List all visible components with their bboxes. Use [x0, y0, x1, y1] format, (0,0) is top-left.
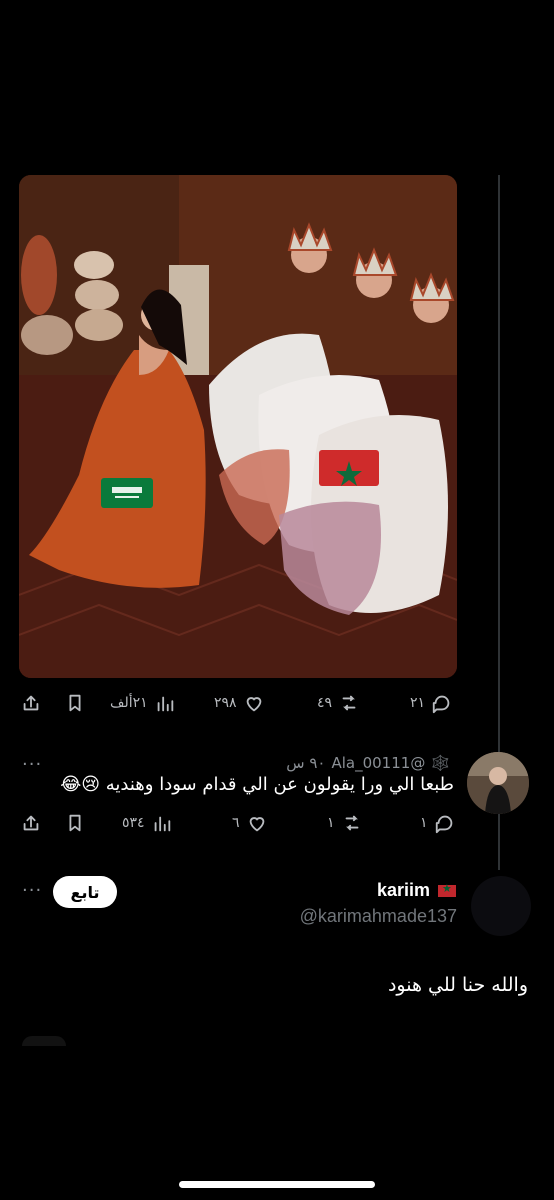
- reply-bookmark-action[interactable]: [64, 812, 86, 834]
- reply-text-content: طبعا الي ورا يقولون عن الي قدام سودا وهن…: [105, 774, 454, 795]
- bookmark-icon: [69, 694, 81, 712]
- reply-like-count: ٦: [232, 815, 240, 831]
- views-action[interactable]: ٢١ألف: [110, 692, 176, 714]
- tweet-media-image[interactable]: [19, 175, 457, 678]
- reply-share-action[interactable]: [20, 812, 42, 834]
- views-icon: [154, 816, 170, 832]
- home-indicator[interactable]: [179, 1181, 375, 1188]
- views-count: ٢١ألف: [110, 695, 148, 711]
- reply-time: ٩٠ س: [286, 754, 326, 772]
- views-icon: [157, 696, 173, 712]
- heart-icon: [246, 697, 261, 712]
- reply-more-button[interactable]: ···: [22, 754, 42, 775]
- reply-meta: 🕸️ @Ala_00111 ٩٠ س: [286, 754, 450, 772]
- reply-count: ٢١: [410, 695, 426, 711]
- reply-emojis: 😢😂: [60, 774, 101, 795]
- retweet-action[interactable]: ٤٩: [317, 692, 360, 714]
- tweet-action-bar: ٢١ ٤٩ ٢٩٨ ٢١ألف: [0, 692, 554, 722]
- like-action[interactable]: ٢٩٨: [214, 692, 265, 714]
- reply-icon: [432, 695, 450, 714]
- bookmark-action[interactable]: [64, 692, 86, 714]
- reply-icon: [435, 815, 452, 834]
- share-icon: [23, 695, 39, 711]
- media-illustration: [19, 175, 457, 678]
- avatar-photo: [467, 752, 529, 814]
- heart-icon: [249, 817, 264, 832]
- reply-reply-count: ١: [420, 815, 428, 831]
- morocco-flag-icon: [438, 882, 456, 897]
- reply-text: طبعا الي ورا يقولون عن الي قدام سودا وهن…: [60, 774, 454, 795]
- next-post-display-name[interactable]: kariim: [377, 880, 430, 901]
- next-post-more-button[interactable]: ···: [22, 880, 42, 901]
- reply-reply-action[interactable]: ١: [420, 812, 456, 834]
- reply-handle[interactable]: @Ala_00111: [331, 754, 425, 772]
- reply-action-bar: ١ ١ ٦ ٥٣٤: [0, 812, 554, 842]
- retweet-icon: [345, 815, 358, 831]
- retweet-icon: [342, 695, 356, 711]
- retweet-count: ٤٩: [317, 695, 333, 711]
- next-post-handle[interactable]: @karimahmade137: [300, 906, 457, 927]
- globe-icon: 🕸️: [431, 754, 450, 772]
- reply-views-count: ٥٣٤: [122, 815, 145, 831]
- clipped-element: [22, 1036, 66, 1046]
- reply-views-action[interactable]: ٥٣٤: [122, 812, 173, 834]
- share-action[interactable]: [20, 692, 42, 714]
- like-count: ٢٩٨: [214, 695, 237, 711]
- reply-retweet-action[interactable]: ١: [327, 812, 363, 834]
- share-icon: [23, 815, 39, 831]
- follow-button[interactable]: تابع: [53, 876, 117, 908]
- next-post-text: والله حنا للي هنود: [387, 974, 528, 996]
- reply-avatar[interactable]: [467, 752, 529, 814]
- reply-retweet-count: ١: [327, 815, 335, 831]
- next-post-avatar[interactable]: [471, 876, 531, 936]
- reply-action[interactable]: ٢١: [410, 692, 453, 714]
- next-post-name-row: kariim: [377, 880, 456, 901]
- bookmark-icon: [69, 814, 81, 832]
- reply-like-action[interactable]: ٦: [232, 812, 268, 834]
